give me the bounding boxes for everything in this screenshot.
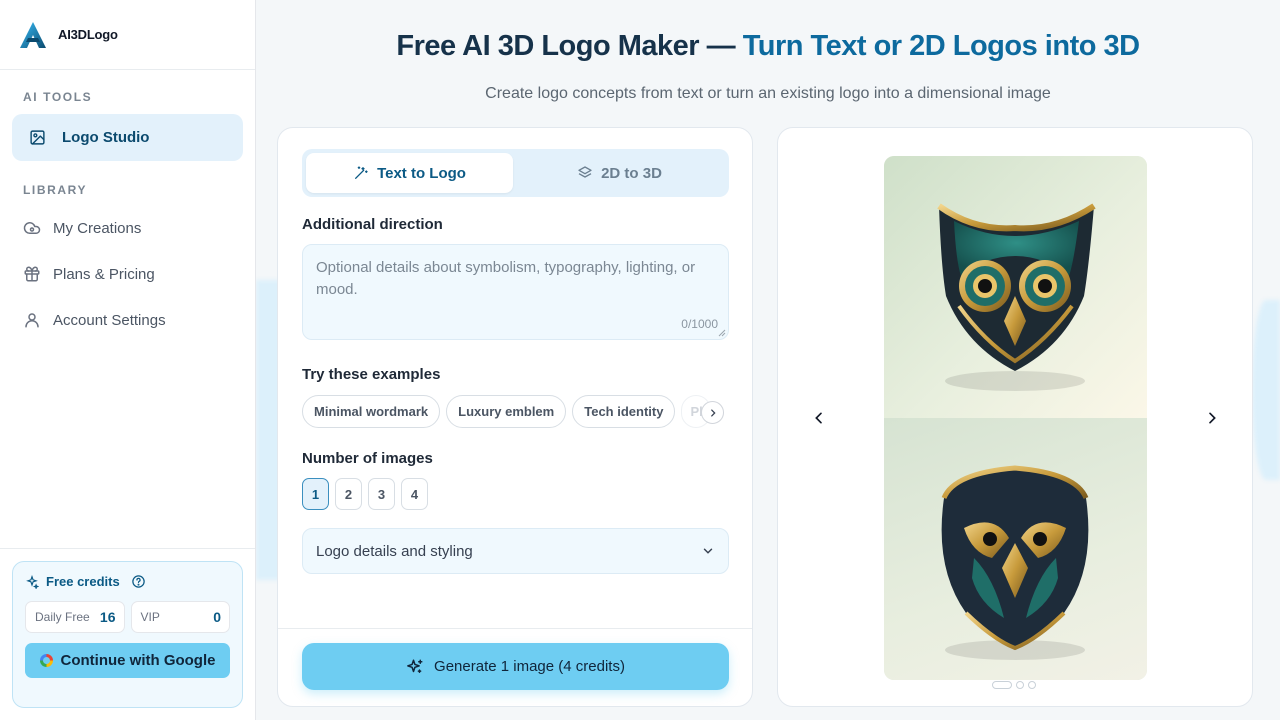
gift-icon [24, 266, 40, 282]
carousel-dot[interactable] [1016, 681, 1024, 689]
carousel-dot[interactable] [992, 681, 1012, 689]
sidebar-divider [0, 548, 255, 549]
daily-credits: Daily Free 16 [25, 601, 125, 633]
wand-icon [355, 166, 368, 179]
image-count-option[interactable]: 3 [368, 478, 395, 510]
daily-credits-value: 16 [99, 609, 116, 625]
chevron-left-icon [815, 412, 822, 424]
page-subtitle: Create logo concepts from text or turn a… [485, 85, 1051, 102]
example-chip[interactable]: Tech identity [572, 395, 676, 428]
example-chip[interactable]: Minimal wordmark [302, 395, 441, 428]
background-glow-right [1252, 300, 1280, 480]
ai-tools-heading: AI TOOLS [23, 90, 93, 104]
google-button-label: Continue with Google [60, 652, 216, 669]
preview-panel [777, 127, 1253, 707]
example-chip[interactable]: Luxury emblem [446, 395, 567, 428]
chevron-down-icon [703, 548, 713, 554]
sparkle-icon [26, 574, 39, 589]
library-heading: LIBRARY [23, 183, 88, 197]
sidebar-item-label: My Creations [53, 219, 142, 237]
direction-textarea[interactable]: Optional details about symbolism, typogr… [302, 244, 729, 340]
vip-credits: VIP 0 [130, 601, 230, 633]
preview-image[interactable] [884, 156, 1147, 680]
sparkle-icon [407, 659, 423, 673]
generator-form: Text to Logo 2D to 3D Additional directi… [277, 127, 753, 707]
sidebar-item-my-creations[interactable]: My Creations [12, 205, 243, 251]
user-icon [25, 313, 39, 328]
tab-label: 2D to 3D [601, 164, 662, 182]
help-icon[interactable] [131, 574, 146, 589]
google-icon [39, 654, 53, 667]
logo-icon [20, 21, 46, 48]
cloud-icon [23, 222, 41, 234]
mode-tabs: Text to Logo 2D to 3D [302, 149, 729, 197]
brand-name: AI3DLogo [58, 27, 118, 42]
title-accent: Turn Text or 2D Logos into 3D [742, 30, 1140, 62]
image-count-option[interactable]: 1 [302, 478, 329, 510]
sidebar-item-plans-pricing[interactable]: Plans & Pricing [12, 251, 243, 297]
layers-icon [578, 166, 592, 178]
example-chips: Minimal wordmark Luxury emblem Tech iden… [302, 395, 729, 429]
sidebar-item-label: Account Settings [53, 311, 166, 329]
sidebar: AI3DLogo AI TOOLS Logo Studio LIBRARY My… [0, 0, 256, 720]
examples-label: Try these examples [302, 366, 441, 383]
direction-label: Additional direction [302, 216, 443, 233]
sidebar-item-logo-studio[interactable]: Logo Studio [12, 114, 243, 161]
chevron-right-icon [710, 408, 716, 417]
image-count-option[interactable]: 4 [401, 478, 428, 510]
generate-button[interactable]: Generate 1 image (4 credits) [302, 643, 729, 690]
page-title: Free AI 3D Logo Maker — Turn Text or 2D … [256, 30, 1280, 63]
credits-card: Free credits Daily Free 16 VIP 0 Continu… [12, 561, 243, 708]
chevron-right-icon [1209, 412, 1216, 424]
tab-label: Text to Logo [377, 164, 466, 182]
vip-credits-label: VIP [140, 610, 160, 624]
carousel-next-button[interactable] [1200, 406, 1224, 430]
image-count-option[interactable]: 2 [335, 478, 362, 510]
dropdown-label: Logo details and styling [316, 542, 473, 560]
image-count-selector: 1 2 3 4 [302, 478, 428, 510]
generate-button-label: Generate 1 image (4 credits) [434, 658, 625, 675]
character-counter: 0/1000 [681, 317, 718, 331]
carousel-prev-button[interactable] [807, 406, 831, 430]
carousel-dot[interactable] [1028, 681, 1036, 689]
title-main: Free AI 3D Logo Maker — [396, 30, 743, 62]
sidebar-item-account-settings[interactable]: Account Settings [12, 297, 243, 343]
credits-title: Free credits [46, 574, 120, 589]
sidebar-item-label: Logo Studio [62, 129, 150, 146]
continue-with-google-button[interactable]: Continue with Google [25, 643, 230, 678]
form-footer-divider [278, 628, 752, 629]
tab-text-to-logo[interactable]: Text to Logo [306, 153, 513, 193]
details-styling-dropdown[interactable]: Logo details and styling [302, 528, 729, 574]
direction-placeholder: Optional details about symbolism, typogr… [316, 259, 696, 298]
image-icon [30, 130, 45, 145]
resize-handle-icon[interactable] [718, 329, 726, 337]
tab-2d-to-3d[interactable]: 2D to 3D [516, 153, 723, 193]
sidebar-item-label: Plans & Pricing [53, 265, 155, 283]
vip-credits-value: 0 [213, 609, 221, 625]
brand[interactable]: AI3DLogo [0, 0, 255, 70]
owl-logo-image [884, 156, 1147, 418]
daily-credits-label: Daily Free [35, 610, 90, 624]
image-count-label: Number of images [302, 450, 433, 467]
carousel-indicators [992, 681, 1036, 689]
chips-scroll-right-button[interactable] [701, 401, 724, 424]
owl-logo-image-alt [884, 418, 1147, 680]
